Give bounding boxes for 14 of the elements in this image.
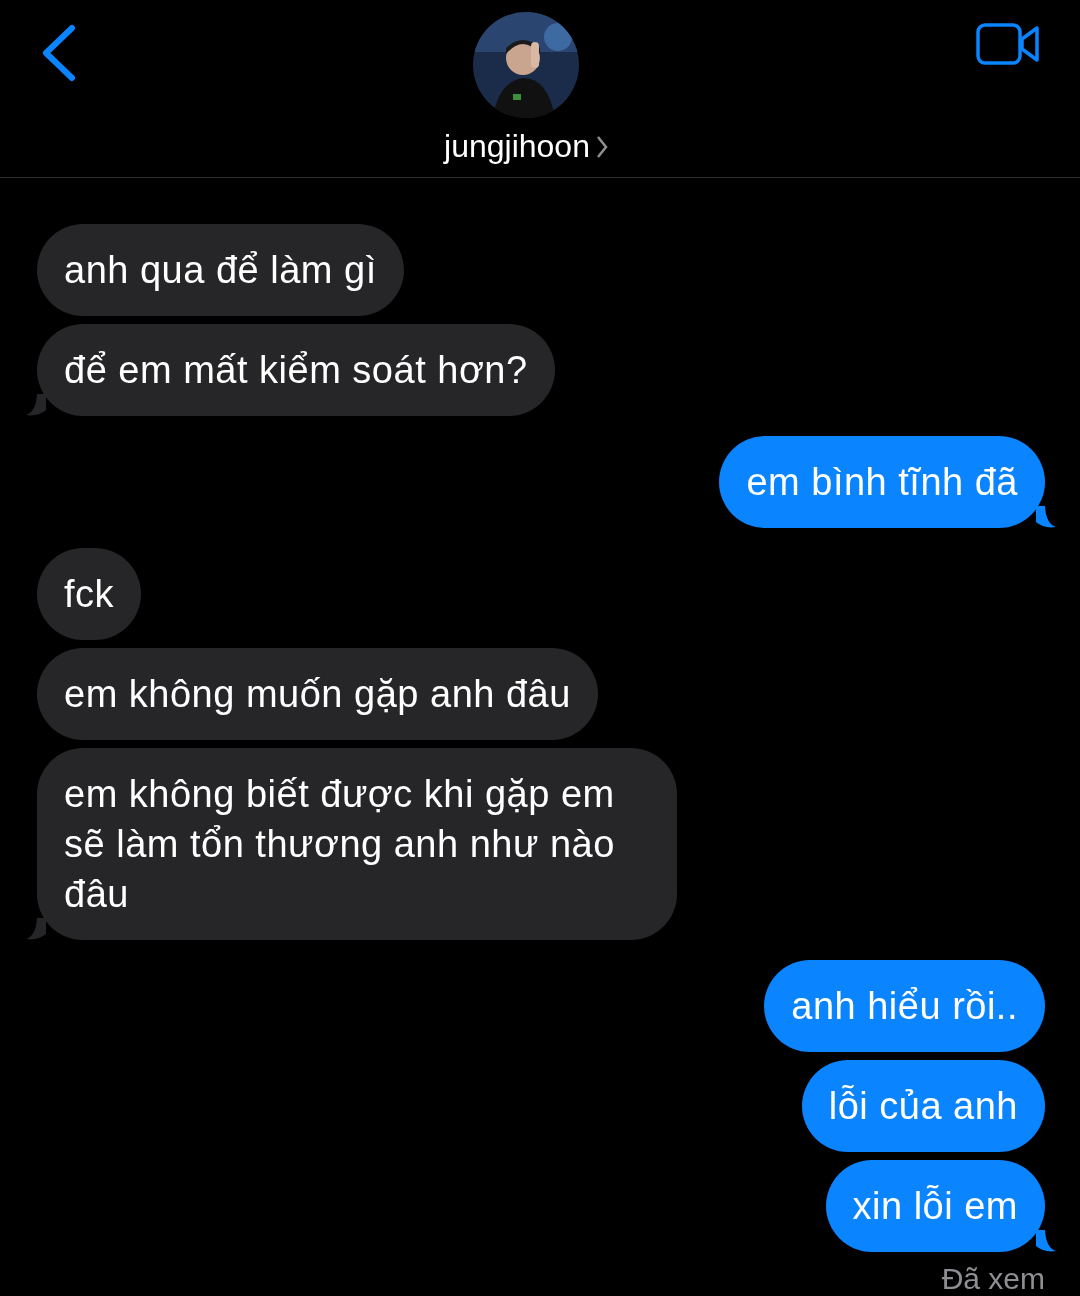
message-bubble: em không biết được khi gặp em sẽ làm tổn thương anh như nào đâu [37, 748, 677, 940]
read-receipt: Đã xem [941, 1262, 1045, 1296]
chevron-right-icon[interactable] [595, 134, 608, 159]
message-bubble: xin lỗi em [825, 1160, 1045, 1252]
back-icon[interactable] [40, 24, 76, 82]
message-bubble: lỗi của anh [801, 1060, 1045, 1152]
message-bubble: để em mất kiểm soát hơn? [37, 324, 555, 416]
contact-name[interactable]: jungjihoon [444, 128, 590, 165]
message-bubble: fck [37, 548, 142, 640]
message-bubble: anh hiểu rồi.. [764, 960, 1045, 1052]
message-bubble: em không muốn gặp anh đâu [37, 648, 598, 740]
message-bubble: em bình tĩnh đã [719, 436, 1045, 528]
message-bubble: anh qua để làm gì [37, 224, 404, 316]
video-camera-icon[interactable] [976, 23, 1040, 65]
